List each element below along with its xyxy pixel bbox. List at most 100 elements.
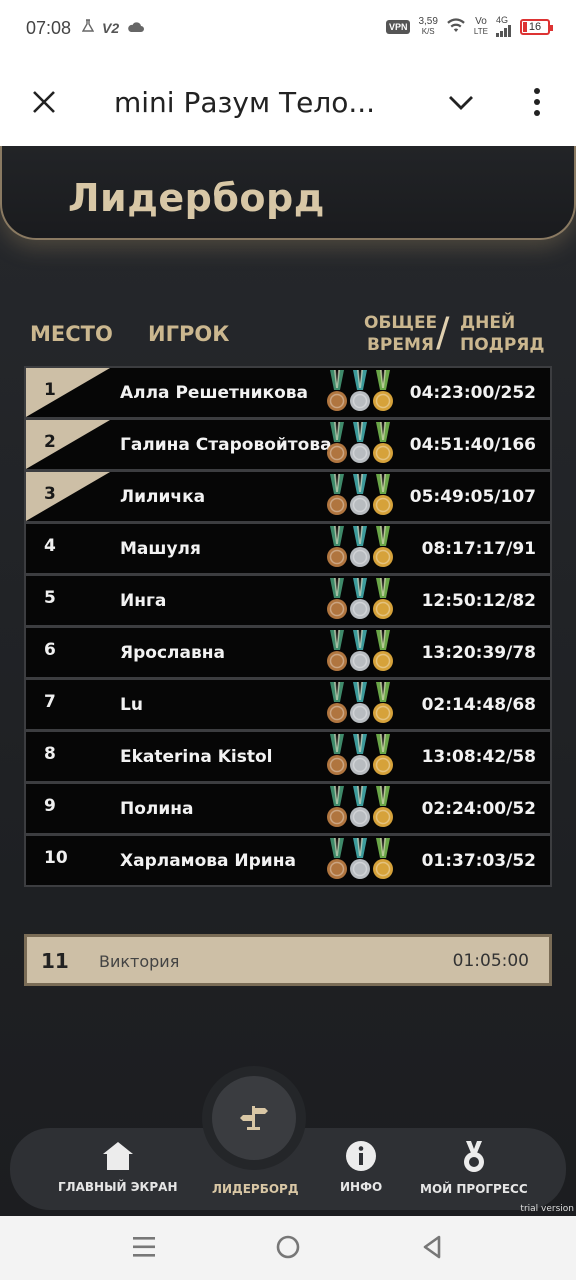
expand-button[interactable] (444, 86, 478, 120)
row-score: 05:49:05/107 (409, 487, 536, 507)
row-player-name: Лиличка (120, 487, 206, 507)
gold-medal-icon (373, 370, 393, 411)
bronze-medal-icon (327, 630, 347, 671)
medals (326, 578, 394, 622)
row-rank: 1 (44, 380, 56, 400)
row-score: 01:37:03/52 (421, 851, 536, 871)
row-rank: 9 (44, 796, 56, 816)
gold-medal-icon (373, 578, 393, 619)
battery-indicator: 16 (520, 18, 553, 35)
column-player: ИГРОК (148, 322, 230, 346)
bronze-medal-icon (327, 734, 347, 775)
back-icon (423, 1235, 441, 1259)
table-row[interactable]: 4 Машуля 08:17:17/91 (24, 522, 552, 575)
leaderboard-table: 1 Алла Решетникова 04:23:00/252 2 Галина Ста… (24, 366, 552, 887)
row-score: 08:17:17/91 (421, 539, 536, 559)
medals (326, 786, 394, 830)
row-rank: 8 (44, 744, 56, 764)
nav-center-bump[interactable] (212, 1076, 296, 1160)
bronze-medal-icon (327, 838, 347, 879)
rank-highlight-triangle (26, 472, 110, 521)
bronze-medal-icon (327, 422, 347, 463)
row-player-name: Харламова Ирина (120, 851, 296, 871)
silver-medal-icon (350, 578, 370, 619)
gold-medal-icon (373, 422, 393, 463)
signal-icon: 4G (496, 16, 512, 37)
home-system-button[interactable] (276, 1234, 300, 1265)
status-left-icons: V2 (81, 19, 145, 36)
my-time: 01:05:00 (452, 951, 529, 971)
gold-medal-icon (373, 526, 393, 567)
row-rank: 5 (44, 588, 56, 608)
medals (326, 682, 394, 726)
row-rank: 3 (44, 484, 56, 504)
more-options-button[interactable] (522, 84, 552, 120)
gold-medal-icon (373, 734, 393, 775)
table-row[interactable]: 3 Лиличка 05:49:05/107 (24, 470, 552, 523)
silver-medal-icon (350, 786, 370, 827)
my-rank-row[interactable]: 11 Виктория 01:05:00 (24, 934, 552, 986)
table-row[interactable]: 6 Ярославна 13:20:39/78 (24, 626, 552, 679)
silver-medal-icon (350, 422, 370, 463)
rank-highlight-triangle (26, 368, 110, 417)
info-icon (346, 1141, 377, 1171)
flask-icon (81, 19, 95, 36)
title-bar: mini Разум Тело... (0, 60, 576, 146)
dot (534, 110, 540, 116)
row-player-name: Алла Решетникова (120, 383, 308, 403)
row-rank: 4 (44, 536, 56, 556)
medals (326, 526, 394, 570)
nav-info[interactable]: ИНФО (340, 1140, 382, 1194)
cloud-icon (127, 20, 145, 36)
status-right: VPN 3,59 K/S Vo LTE 4G 16 (385, 16, 553, 37)
column-days-streak: ДНЕЙ ПОДРЯД (460, 313, 545, 355)
gold-medal-icon (373, 630, 393, 671)
column-slash: / (436, 310, 450, 356)
my-rank: 11 (41, 949, 69, 973)
row-rank: 7 (44, 692, 56, 712)
v2-icon: V2 (102, 19, 120, 36)
row-player-name: Машуля (120, 539, 201, 559)
home-circle-icon (276, 1235, 300, 1259)
row-player-name: Ярославна (120, 643, 225, 663)
medals (326, 630, 394, 674)
header-panel: Лидерборд (0, 146, 576, 240)
column-total-time: ОБЩЕЕ ВРЕМЯ (364, 313, 438, 355)
recent-apps-button[interactable] (132, 1234, 156, 1265)
row-score: 12:50:12/82 (421, 591, 536, 611)
medals (326, 474, 394, 518)
table-row[interactable]: 8 Ekaterina Kistol 13:08:42/58 (24, 730, 552, 783)
nav-home[interactable]: ГЛАВНЫЙ ЭКРАН (58, 1140, 177, 1194)
signpost-icon (240, 1106, 268, 1130)
gold-medal-icon (373, 838, 393, 879)
table-row[interactable]: 7 Lu 02:14:48/68 (24, 678, 552, 731)
status-time: 07:08 (26, 18, 72, 38)
table-row[interactable]: 5 Инга 12:50:12/82 (24, 574, 552, 627)
bronze-medal-icon (327, 786, 347, 827)
row-player-name: Инга (120, 591, 167, 611)
table-row[interactable]: 2 Галина Старовойтова 04:51:40/166 (24, 418, 552, 471)
medal-icon (463, 1141, 484, 1172)
trial-version-label: trial version (520, 1204, 574, 1214)
table-row[interactable]: 1 Алла Решетникова 04:23:00/252 (24, 366, 552, 419)
column-place: МЕСТО (30, 322, 113, 346)
column-headers: МЕСТО ИГРОК ОБЩЕЕ ВРЕМЯ / ДНЕЙ ПОДРЯД (0, 312, 576, 360)
gold-medal-icon (373, 682, 393, 723)
rank-highlight-triangle (26, 420, 110, 469)
close-icon (33, 91, 55, 113)
wifi-icon (446, 17, 466, 36)
row-score: 02:14:48/68 (421, 695, 536, 715)
row-score: 04:51:40/166 (409, 435, 536, 455)
silver-medal-icon (350, 630, 370, 671)
back-button[interactable] (420, 1234, 444, 1265)
medals (326, 422, 394, 466)
nav-leaderboard[interactable]: ЛИДЕРБОРД (212, 1174, 299, 1196)
table-row[interactable]: 10 Харламова Ирина 01:37:03/52 (24, 834, 552, 887)
table-row[interactable]: 9 Полина 02:24:00/52 (24, 782, 552, 835)
bronze-medal-icon (327, 578, 347, 619)
leaderboard-screen: Лидерборд МЕСТО ИГРОК ОБЩЕЕ ВРЕМЯ / ДНЕЙ… (0, 146, 576, 1216)
nav-my-progress[interactable]: МОЙ ПРОГРЕСС (420, 1140, 528, 1196)
silver-medal-icon (350, 838, 370, 879)
close-button[interactable] (26, 84, 62, 120)
page-title-bar-text: mini Разум Тело... (114, 86, 376, 119)
